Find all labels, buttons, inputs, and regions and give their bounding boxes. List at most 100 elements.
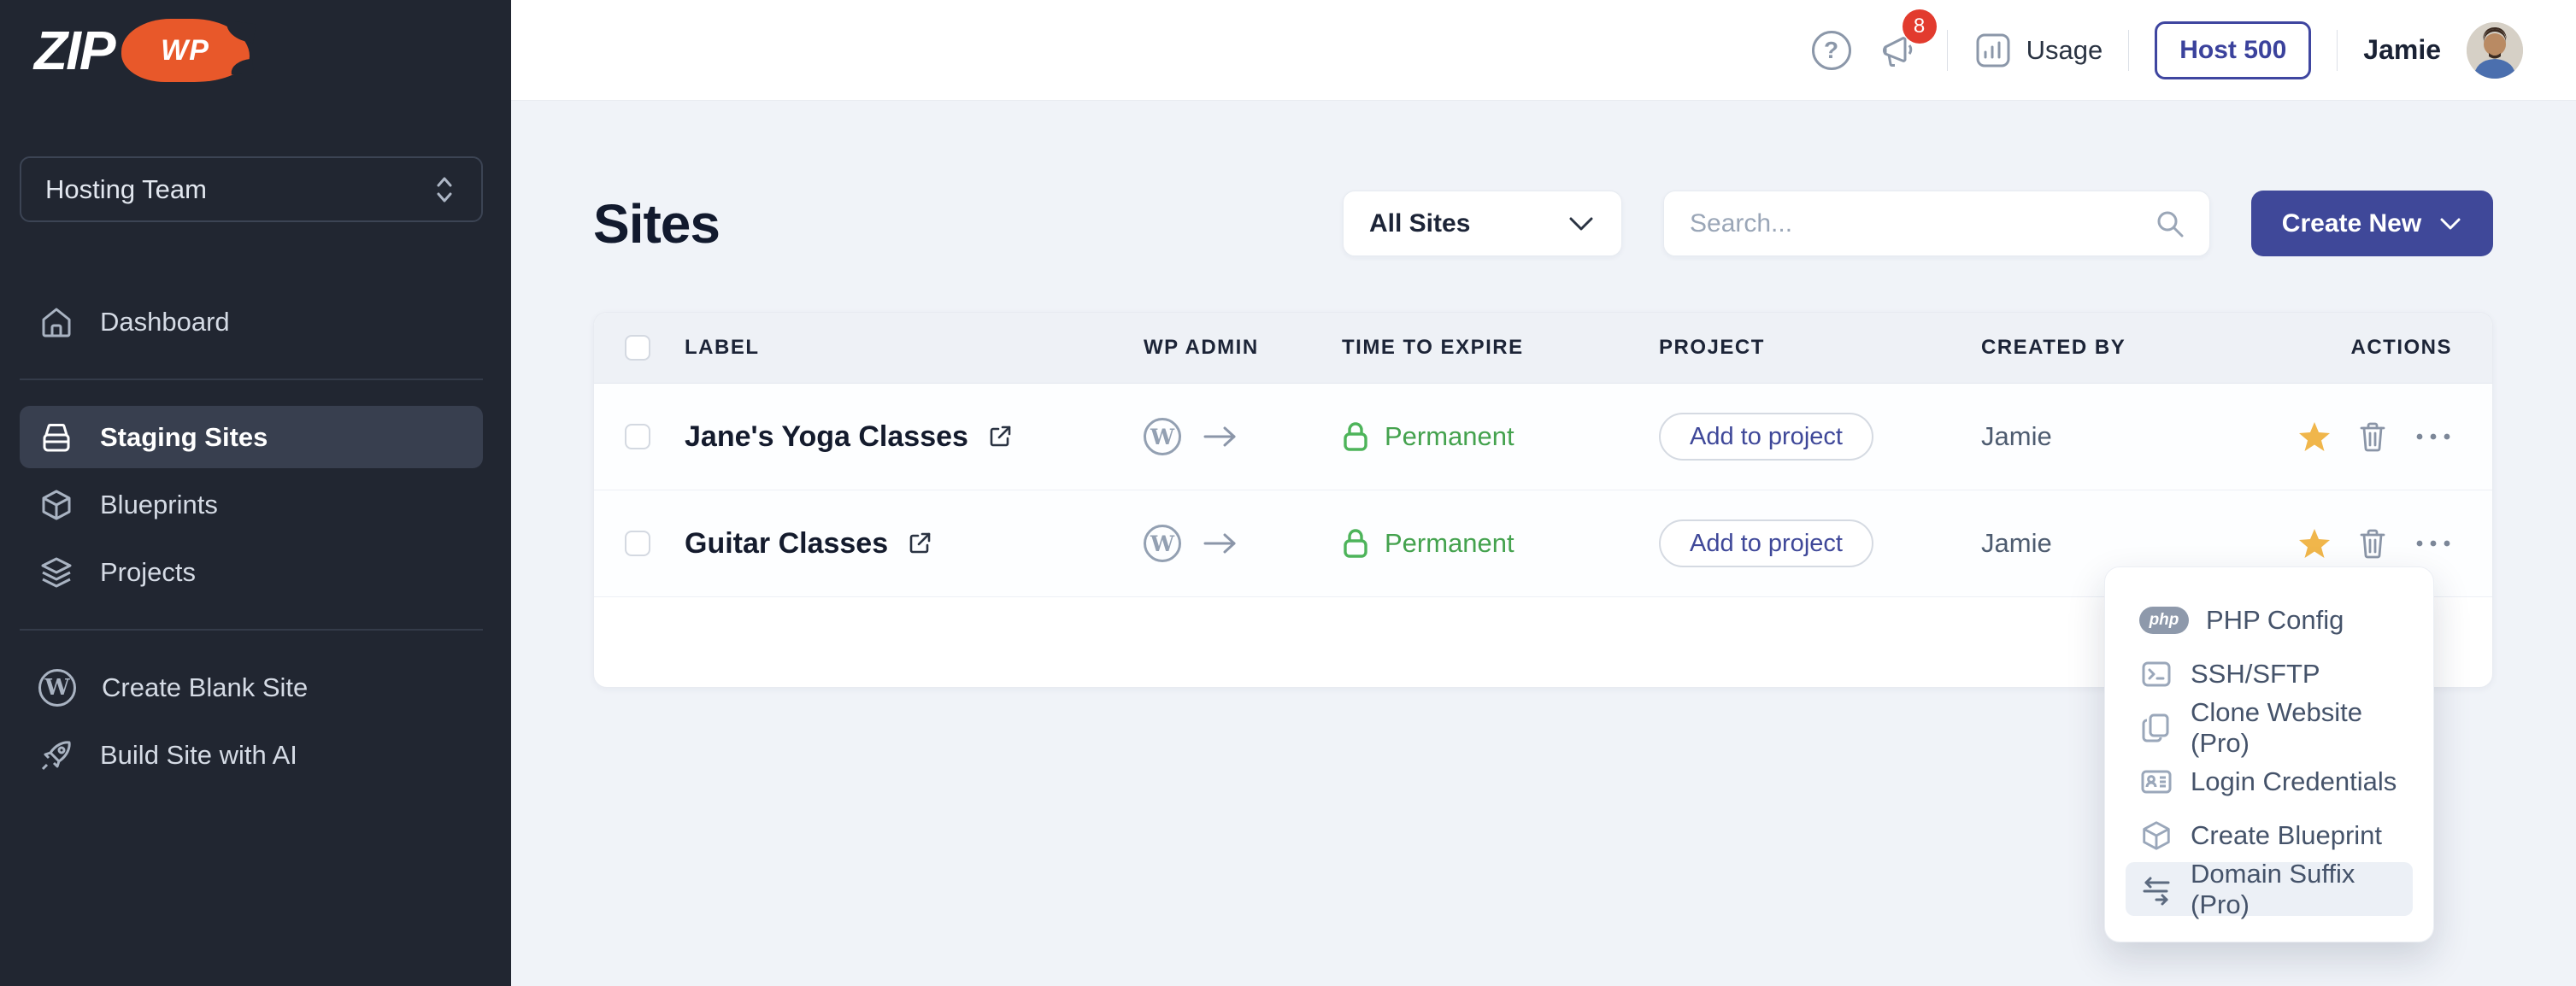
id-card-icon xyxy=(2139,765,2173,799)
created-by: Jamie xyxy=(1981,421,2280,452)
menu-item-label: Domain Suffix (Pro) xyxy=(2191,859,2399,920)
sidebar-item-label: Create Blank Site xyxy=(102,672,308,703)
usage-button[interactable]: Usage xyxy=(1973,31,2103,70)
menu-item-ssh-sftp[interactable]: SSH/SFTP xyxy=(2126,647,2413,701)
add-to-project-button[interactable]: Add to project xyxy=(1659,413,1873,461)
search-input[interactable] xyxy=(1663,191,2210,256)
php-icon: php xyxy=(2139,607,2189,634)
column-header-label: LABEL xyxy=(685,336,1144,360)
column-header-time-to-expire: TIME TO EXPIRE xyxy=(1342,336,1659,360)
notification-badge: 8 xyxy=(1903,9,1937,44)
menu-item-label: SSH/SFTP xyxy=(2191,659,2320,690)
cube-icon xyxy=(38,487,74,523)
site-actions-menu: php PHP Config SSH/SFTP Clone Website (P… xyxy=(2104,566,2434,942)
cube-icon xyxy=(2139,819,2173,853)
terminal-icon xyxy=(2139,657,2173,691)
search-icon xyxy=(2154,208,2186,240)
table-header-row: LABEL WP ADMIN TIME TO EXPIRE PROJECT CR… xyxy=(594,313,2492,384)
chevron-down-icon xyxy=(1567,214,1596,233)
avatar[interactable] xyxy=(2467,22,2523,79)
row-checkbox[interactable] xyxy=(625,531,650,556)
column-header-project: PROJECT xyxy=(1659,336,1981,360)
sidebar-item-label: Staging Sites xyxy=(100,422,268,453)
sidebar-nav: Dashboard Staging Sites Blueprints Proje… xyxy=(20,291,483,791)
sidebar-item-create-blank-site[interactable]: W Create Blank Site xyxy=(20,656,483,719)
column-header-wp-admin: WP ADMIN xyxy=(1144,336,1342,360)
layers-icon xyxy=(38,555,74,590)
external-link-icon[interactable] xyxy=(907,531,932,556)
topbar-divider xyxy=(1947,30,1948,71)
ellipsis-menu-icon[interactable] xyxy=(2414,431,2452,442)
site-label: Guitar Classes xyxy=(685,527,888,560)
topbar-divider xyxy=(2128,30,2129,71)
star-icon[interactable] xyxy=(2298,528,2331,559)
sidebar-item-label: Projects xyxy=(100,557,196,588)
help-icon: ? xyxy=(1812,31,1851,70)
chevron-down-icon xyxy=(2438,216,2462,232)
wordpress-admin-icon[interactable]: W xyxy=(1144,418,1181,455)
sidebar-item-projects[interactable]: Projects xyxy=(20,541,483,603)
archive-box-icon xyxy=(38,420,74,455)
usage-label: Usage xyxy=(2026,35,2103,66)
topbar-divider xyxy=(2337,30,2338,71)
sidebar-item-staging-sites[interactable]: Staging Sites xyxy=(20,406,483,468)
menu-item-create-blueprint[interactable]: Create Blueprint xyxy=(2126,808,2413,862)
sidebar-item-label: Blueprints xyxy=(100,490,218,520)
avatar-photo xyxy=(2467,22,2523,79)
home-icon xyxy=(38,304,74,340)
menu-item-label: Create Blueprint xyxy=(2191,820,2382,851)
menu-item-label: Clone Website (Pro) xyxy=(2191,697,2399,759)
sidebar-item-blueprints[interactable]: Blueprints xyxy=(20,473,483,536)
site-label: Jane's Yoga Classes xyxy=(685,420,968,454)
sidebar-item-build-site-with-ai[interactable]: Build Site with AI xyxy=(20,724,483,786)
sidebar-divider xyxy=(20,629,483,631)
notifications-button[interactable]: 8 xyxy=(1877,28,1921,73)
menu-item-domain-suffix[interactable]: Domain Suffix (Pro) xyxy=(2126,862,2413,916)
arrow-right-icon[interactable] xyxy=(1202,531,1239,556)
wordpress-admin-icon[interactable]: W xyxy=(1144,525,1181,562)
column-header-created-by: CREATED BY xyxy=(1981,336,2280,360)
arrow-right-icon[interactable] xyxy=(1202,424,1239,449)
expire-status: Permanent xyxy=(1385,528,1514,559)
create-new-button[interactable]: Create New xyxy=(2251,191,2493,256)
page-controls: All Sites Create New xyxy=(1343,191,2493,256)
sidebar: ZIP WP Hosting Team Dashboard Staging Si… xyxy=(0,0,511,986)
expire-status: Permanent xyxy=(1385,421,1514,452)
add-to-project-button[interactable]: Add to project xyxy=(1659,519,1873,567)
page-title: Sites xyxy=(593,192,720,255)
trash-icon[interactable] xyxy=(2358,527,2387,560)
chevron-up-down-icon xyxy=(432,173,457,207)
create-new-label: Create New xyxy=(2282,209,2421,238)
ellipsis-menu-icon[interactable] xyxy=(2414,538,2452,549)
usage-chart-icon xyxy=(1973,31,2013,70)
domain-suffix-icon xyxy=(2139,872,2173,907)
clone-icon xyxy=(2139,711,2173,745)
rocket-icon xyxy=(38,737,74,773)
lock-icon xyxy=(1342,420,1369,453)
select-all-checkbox[interactable] xyxy=(625,335,650,361)
sites-filter-select[interactable]: All Sites xyxy=(1343,191,1622,256)
menu-item-label: Login Credentials xyxy=(2191,766,2397,797)
topbar: ? 8 Usage Host 500 Jamie xyxy=(511,0,2576,101)
logo-wp-text: WP xyxy=(161,34,209,67)
page-header: Sites All Sites Create New xyxy=(593,191,2493,256)
star-icon[interactable] xyxy=(2298,421,2331,452)
menu-item-login-credentials[interactable]: Login Credentials xyxy=(2126,754,2413,808)
wp-flame-icon: WP xyxy=(121,19,250,82)
zipwp-logo[interactable]: ZIP WP xyxy=(34,19,250,82)
menu-item-label: PHP Config xyxy=(2206,605,2344,636)
team-selector-label: Hosting Team xyxy=(45,174,207,205)
wordpress-icon: W xyxy=(38,669,76,707)
menu-item-php-config[interactable]: php PHP Config xyxy=(2126,593,2413,647)
team-selector[interactable]: Hosting Team xyxy=(20,156,483,222)
sidebar-item-dashboard[interactable]: Dashboard xyxy=(20,291,483,353)
menu-item-clone-website[interactable]: Clone Website (Pro) xyxy=(2126,701,2413,754)
trash-icon[interactable] xyxy=(2358,420,2387,453)
host-plan-button[interactable]: Host 500 xyxy=(2155,21,2311,79)
created-by: Jamie xyxy=(1981,528,2280,559)
sidebar-divider xyxy=(20,379,483,380)
help-button[interactable]: ? xyxy=(1812,31,1851,70)
user-name: Jamie xyxy=(2363,34,2441,66)
external-link-icon[interactable] xyxy=(987,424,1013,449)
row-checkbox[interactable] xyxy=(625,424,650,449)
